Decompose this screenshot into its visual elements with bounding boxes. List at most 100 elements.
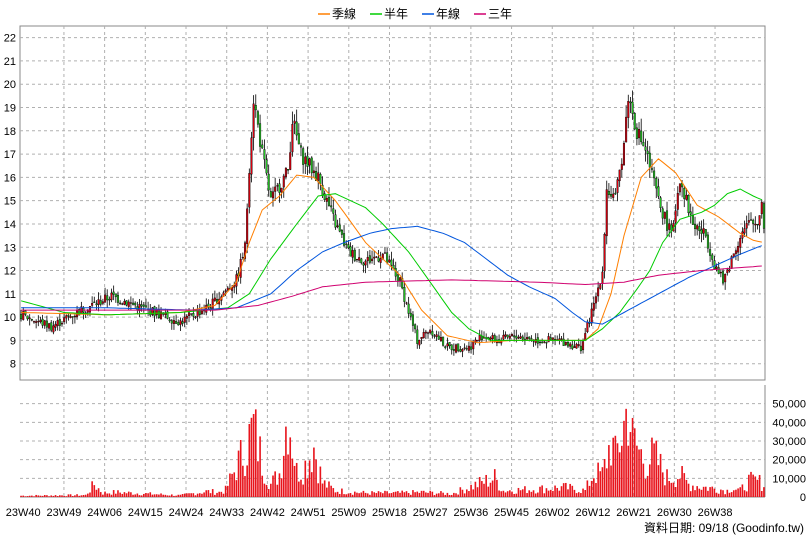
candle-down bbox=[437, 335, 440, 340]
volume-bar bbox=[412, 490, 414, 497]
candle-down bbox=[655, 178, 658, 189]
volume-bar bbox=[347, 493, 350, 497]
candle-down bbox=[706, 234, 709, 249]
candle-down bbox=[610, 194, 613, 197]
volume-bar bbox=[750, 471, 752, 497]
volume-bar bbox=[513, 493, 515, 497]
volume-bar bbox=[33, 496, 35, 497]
volume-bar bbox=[97, 488, 100, 497]
volume-bar bbox=[580, 493, 582, 497]
volume-bar bbox=[687, 483, 690, 497]
volume-bar bbox=[203, 492, 205, 497]
candle-up bbox=[597, 287, 600, 297]
candle-down bbox=[116, 294, 119, 303]
candle-down bbox=[30, 319, 33, 321]
candle-up bbox=[728, 269, 731, 272]
volume-bar bbox=[254, 409, 257, 497]
volume-bar bbox=[293, 465, 296, 497]
volume-bar bbox=[715, 492, 718, 497]
volume-bar bbox=[123, 492, 126, 497]
volume-bar bbox=[151, 494, 154, 497]
volume-bar bbox=[472, 489, 475, 497]
candle-down bbox=[687, 195, 690, 214]
candle-down bbox=[459, 349, 462, 352]
volume-bar bbox=[336, 491, 339, 497]
volume-bar bbox=[22, 495, 25, 497]
volume-bar bbox=[483, 483, 485, 497]
volume-bar bbox=[711, 486, 714, 497]
candle-up bbox=[250, 137, 253, 175]
volume-bar bbox=[545, 488, 548, 497]
candle-up bbox=[276, 185, 279, 187]
volume-bar bbox=[748, 474, 750, 497]
volume-bar bbox=[287, 454, 289, 497]
volume-tick-label: 0 bbox=[800, 492, 806, 504]
candle-down bbox=[144, 305, 147, 308]
candle-up bbox=[358, 257, 361, 261]
price-tick-label: 12 bbox=[4, 266, 16, 278]
candle-down bbox=[407, 303, 410, 314]
volume-bar bbox=[539, 486, 541, 497]
volume-axis: 0 10,000 20,000 30,000 40,000 50,000 bbox=[772, 399, 806, 504]
candle-up bbox=[54, 323, 57, 328]
volume-bar bbox=[162, 494, 164, 497]
volume-bar bbox=[728, 492, 731, 497]
volume-bar bbox=[214, 494, 216, 497]
candle-down bbox=[134, 302, 137, 306]
volume-bar bbox=[597, 462, 599, 497]
volume-bar bbox=[409, 494, 412, 497]
ma-line-2 bbox=[21, 225, 762, 325]
volume-bar bbox=[229, 473, 231, 497]
volume-bar bbox=[724, 494, 726, 497]
candle-up bbox=[104, 294, 107, 303]
candle-up bbox=[758, 215, 761, 226]
volume-bar bbox=[343, 494, 345, 497]
volume-bar bbox=[87, 493, 89, 497]
candle-up bbox=[526, 337, 529, 340]
volume-bar bbox=[470, 484, 472, 497]
volume-bar bbox=[498, 490, 500, 497]
candle-up bbox=[420, 336, 423, 340]
volume-bar bbox=[560, 486, 563, 497]
candle-down bbox=[390, 259, 393, 266]
candle-down bbox=[332, 208, 335, 214]
x-tick-label: 25W09 bbox=[331, 507, 366, 519]
candle-down bbox=[722, 271, 725, 284]
candle-up bbox=[65, 315, 68, 319]
volume-bar bbox=[521, 489, 524, 497]
candle-up bbox=[601, 271, 604, 284]
volume-bar bbox=[147, 493, 149, 497]
candle-up bbox=[211, 298, 214, 309]
candle-up bbox=[743, 228, 746, 234]
candle-down bbox=[209, 307, 212, 309]
candle-down bbox=[347, 244, 350, 249]
candle-down bbox=[554, 338, 557, 341]
candle-up bbox=[663, 212, 666, 219]
candle-up bbox=[577, 344, 580, 346]
volume-bar bbox=[242, 465, 244, 497]
volume-bar bbox=[735, 489, 737, 497]
candle-down bbox=[614, 192, 617, 195]
volume-tick-label: 30,000 bbox=[772, 436, 806, 448]
x-tick-label: 26W30 bbox=[657, 507, 692, 519]
volume-bar bbox=[298, 481, 300, 497]
candle-up bbox=[625, 116, 628, 143]
volume-bar bbox=[371, 491, 373, 497]
volume-bar bbox=[554, 485, 556, 497]
volume-bar bbox=[334, 492, 337, 497]
volume-bar bbox=[360, 492, 363, 497]
volume-bar bbox=[332, 488, 335, 497]
legend: 季線 半年 年線 三年 bbox=[318, 6, 512, 21]
volume-bar bbox=[422, 490, 425, 497]
volume-bar bbox=[517, 487, 520, 497]
candle-down bbox=[67, 315, 70, 317]
volume-bar bbox=[429, 490, 431, 497]
volume-bar bbox=[373, 492, 376, 497]
candle-down bbox=[683, 187, 686, 199]
volume-bar bbox=[625, 408, 627, 497]
volume-bar bbox=[653, 443, 655, 497]
volume-bar bbox=[420, 490, 423, 497]
volume-bar bbox=[272, 475, 274, 497]
volume-bar bbox=[433, 495, 436, 497]
volume-bar bbox=[20, 495, 22, 497]
